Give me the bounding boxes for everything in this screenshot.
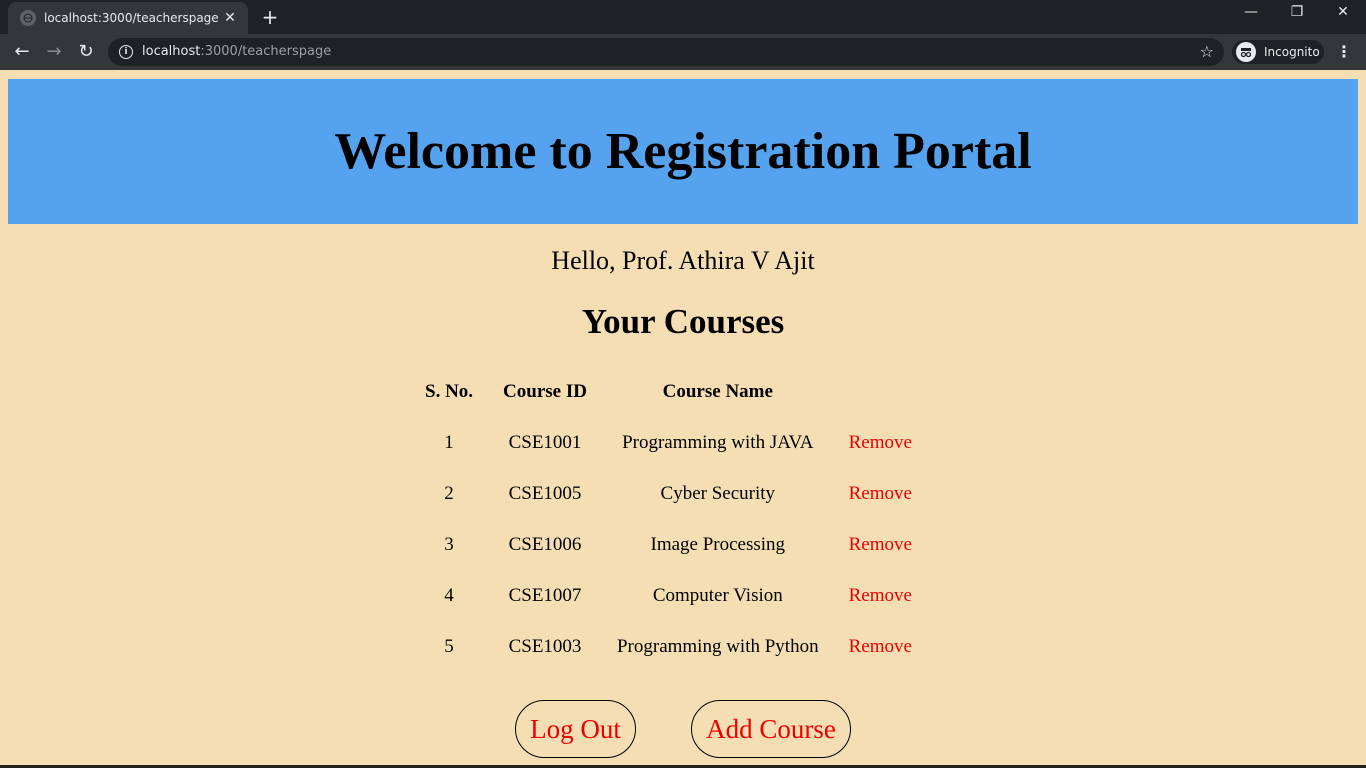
cell-course-name: Programming with JAVA [622,431,814,453]
column-header-sno: S. No. [425,380,474,402]
cell-course-name: Cyber Security [660,482,776,504]
table-row: 5 CSE1003 Programming with Python Remove [410,621,927,672]
minimize-icon[interactable]: — [1228,4,1274,20]
column-header-action [834,366,927,417]
remove-link[interactable]: Remove [849,585,912,606]
star-icon[interactable]: ☆ [1200,42,1214,61]
cell-course-id: CSE1007 [508,584,582,606]
browser-tab-bar: localhost:3000/teacherspage ✕ + — ❐ ✕ [0,0,1366,34]
browser-toolbar: ← → ↻ i localhost:3000/teacherspage ☆ In… [0,34,1366,70]
cell-course-name: Computer Vision [652,584,783,606]
cell-sno: 5 [444,635,454,657]
table-row: 1 CSE1001 Programming with JAVA Remove [410,417,927,468]
courses-table: S. No. Course ID Course Name 1 CSE1001 P… [410,366,927,672]
reload-icon[interactable]: ↻ [74,40,98,64]
address-bar[interactable]: i localhost:3000/teacherspage ☆ [108,38,1224,66]
add-course-button[interactable]: Add Course [691,700,851,758]
cell-course-id: CSE1001 [508,431,582,453]
cell-course-name: Programming with Python [616,635,819,657]
table-row: 4 CSE1007 Computer Vision Remove [410,570,927,621]
new-tab-icon[interactable]: + [258,6,282,28]
remove-link[interactable]: Remove [849,483,912,504]
url-text: localhost:3000/teacherspage [142,44,332,59]
cell-course-id: CSE1006 [508,533,582,555]
column-header-course-name: Course Name [662,380,773,402]
back-icon[interactable]: ← [10,40,34,64]
cell-sno: 2 [444,482,454,504]
table-header-row: S. No. Course ID Course Name [410,366,927,417]
column-header-course-id: Course ID [503,380,587,402]
close-icon[interactable]: ✕ [218,10,242,26]
page-title: Welcome to Registration Portal [334,123,1032,180]
logout-button[interactable]: Log Out [515,700,636,758]
incognito-badge[interactable]: Incognito [1232,40,1324,64]
table-row: 2 CSE1005 Cyber Security Remove [410,468,927,519]
greeting-text: Hello, Prof. Athira V Ajit [551,246,815,275]
cell-course-name: Image Processing [650,533,786,555]
cell-sno: 4 [444,584,454,606]
cell-sno: 1 [444,431,454,453]
cell-course-id: CSE1005 [508,482,582,504]
restore-icon[interactable]: ❐ [1274,4,1320,20]
globe-icon [20,10,36,26]
tab-title: localhost:3000/teacherspage [44,11,218,25]
kebab-menu-icon[interactable]: ⋮ [1336,42,1352,61]
table-row: 3 CSE1006 Image Processing Remove [410,519,927,570]
close-window-icon[interactable]: ✕ [1320,4,1366,20]
browser-tab[interactable]: localhost:3000/teacherspage ✕ [8,2,248,34]
incognito-icon [1236,42,1256,62]
header-banner: Welcome to Registration Portal [8,79,1358,224]
cell-sno: 3 [444,533,454,555]
cell-course-id: CSE1003 [508,635,582,657]
remove-link[interactable]: Remove [849,636,912,657]
courses-heading: Your Courses [581,302,785,341]
info-icon[interactable]: i [119,45,133,59]
remove-link[interactable]: Remove [849,432,912,453]
forward-icon[interactable]: → [42,40,66,64]
remove-link[interactable]: Remove [849,534,912,555]
incognito-label: Incognito [1264,45,1320,59]
